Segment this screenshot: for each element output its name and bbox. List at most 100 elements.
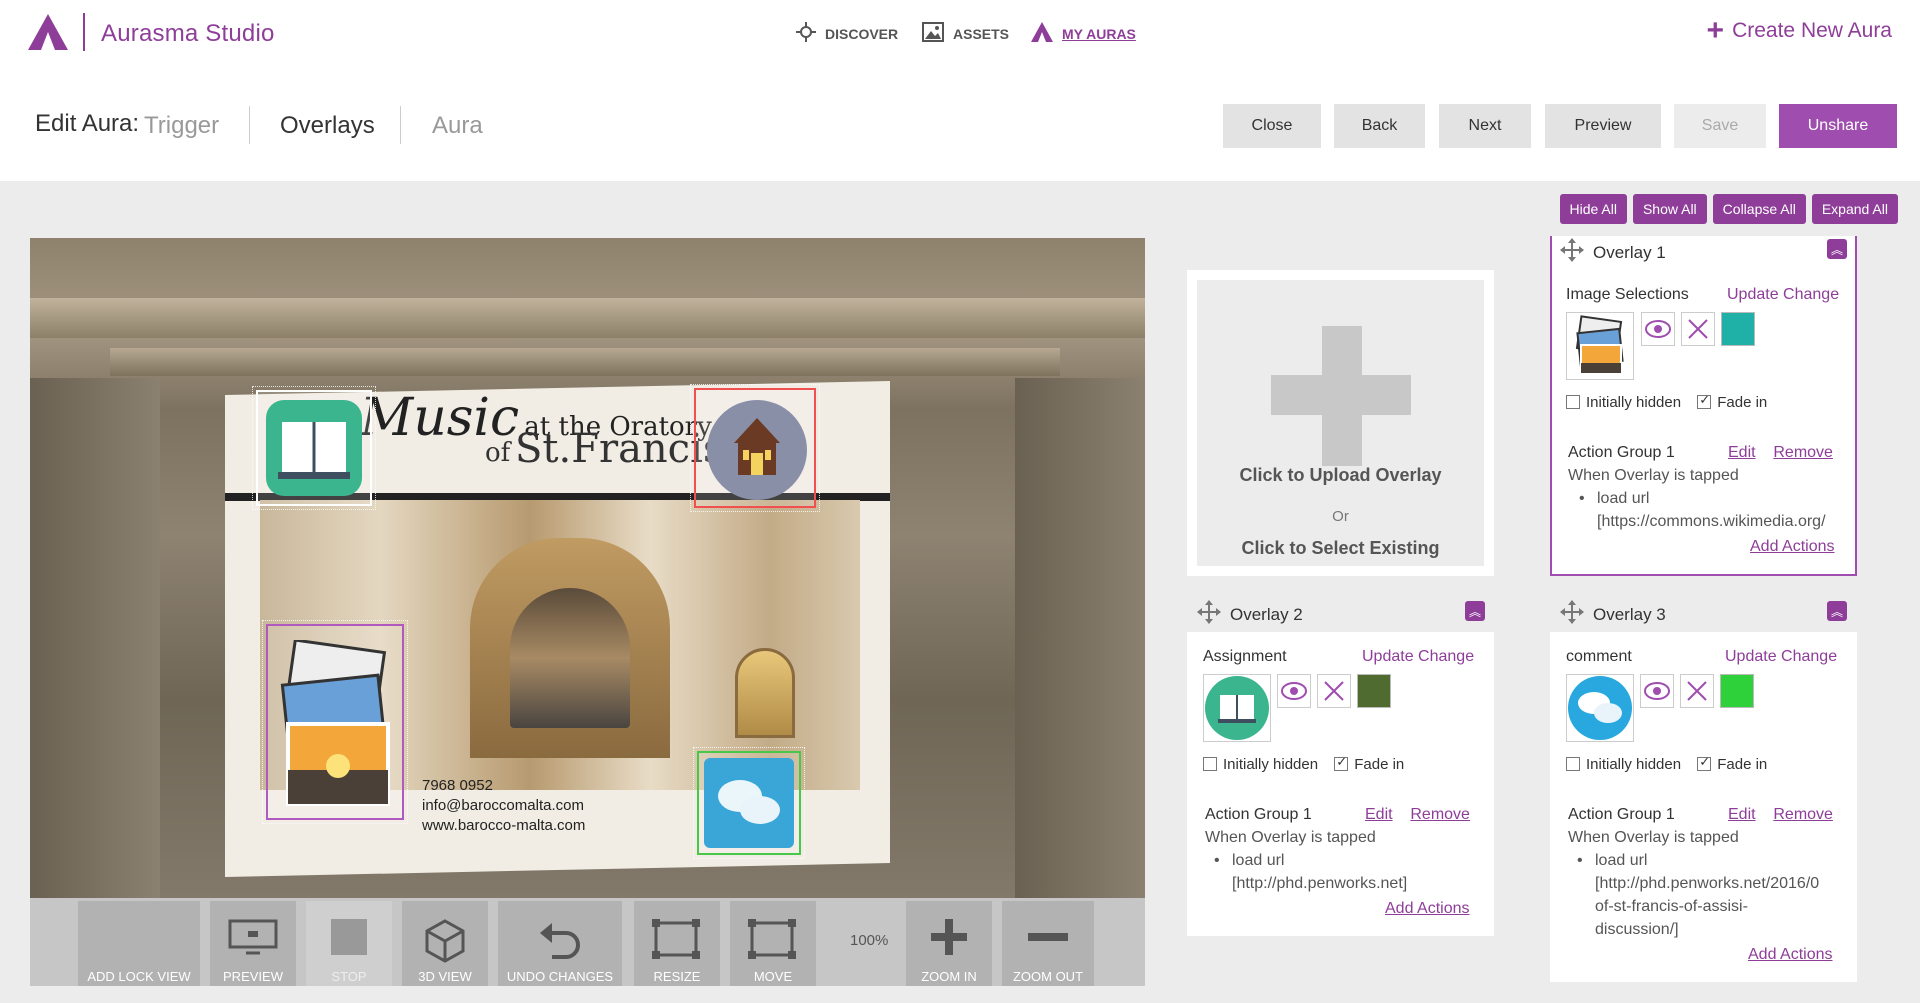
undo-changes-button[interactable]: UNDO CHANGES — [498, 901, 622, 986]
remove-action-link[interactable]: Remove — [1773, 444, 1833, 461]
overlay-color-swatch[interactable] — [1357, 674, 1391, 708]
eye-icon — [1645, 320, 1671, 338]
move-button[interactable]: MOVE — [730, 901, 816, 986]
add-actions-link[interactable]: Add Actions — [1748, 946, 1833, 964]
expand-all-button[interactable]: Expand All — [1811, 194, 1898, 224]
preview-button[interactable]: Preview — [1545, 104, 1661, 148]
chat-bubbles-icon — [1568, 676, 1632, 740]
3d-view-button[interactable]: 3D VIEW — [402, 901, 488, 986]
action-group-title: Action Group 1 — [1568, 806, 1675, 823]
add-actions-link[interactable]: Add Actions — [1750, 538, 1835, 556]
overlay-header-3[interactable]: Overlay 3 — [1560, 600, 1666, 629]
save-button[interactable]: Save — [1674, 104, 1766, 148]
overlay-thumbnail[interactable] — [1566, 674, 1634, 742]
back-button[interactable]: Back — [1334, 104, 1425, 148]
overlay-thumbnail[interactable] — [1203, 674, 1271, 742]
overlay-card-2[interactable]: Assignment Update Change Initially hidde… — [1187, 632, 1494, 936]
add-actions-link[interactable]: Add Actions — [1385, 900, 1470, 918]
show-all-button[interactable]: Show All — [1632, 194, 1707, 224]
canvas-overlay-images[interactable] — [262, 620, 408, 824]
overlay-card-3[interactable]: comment Update Change Initially hidden F… — [1550, 632, 1857, 982]
action-group-links: Edit Remove — [1728, 444, 1833, 462]
app-title[interactable]: Aurasma Studio — [101, 20, 275, 48]
zoom-level: 100% — [850, 932, 889, 949]
unshare-button[interactable]: Unshare — [1779, 104, 1897, 148]
canvas-overlay-book[interactable] — [252, 386, 376, 510]
canvas-overlay-church[interactable] — [690, 384, 820, 512]
toggle-visibility-button[interactable] — [1641, 312, 1675, 346]
overlay-color-swatch[interactable] — [1720, 674, 1754, 708]
change-link[interactable]: Change — [1783, 286, 1839, 303]
hide-all-button[interactable]: Hide All — [1559, 194, 1627, 224]
drag-handle-icon[interactable] — [1560, 238, 1584, 267]
initially-hidden-checkbox[interactable] — [1566, 395, 1580, 409]
update-link[interactable]: Update — [1727, 286, 1779, 303]
nav-my-auras[interactable]: MY AURAS — [1031, 22, 1136, 45]
nav-assets[interactable]: ASSETS — [922, 22, 1009, 45]
collapse-overlay-2-button[interactable]: ︽ — [1465, 601, 1485, 621]
stop-button[interactable]: STOP — [306, 901, 392, 986]
fade-in-checkbox[interactable] — [1697, 754, 1712, 771]
action-url: [https://commons.wikimedia.org/ — [1597, 513, 1826, 530]
create-new-aura-button[interactable]: + Create New Aura — [1707, 16, 1892, 46]
delete-overlay-button[interactable] — [1680, 674, 1714, 708]
action-group-links: Edit Remove — [1365, 806, 1470, 824]
next-button[interactable]: Next — [1439, 104, 1531, 148]
canvas-overlay-comment[interactable] — [693, 747, 805, 859]
zoom-out-button[interactable]: ZOOM OUT — [1002, 901, 1094, 986]
remove-action-link[interactable]: Remove — [1773, 806, 1833, 823]
upload-or-text: Or — [1332, 508, 1349, 525]
initially-hidden-checkbox[interactable] — [1566, 757, 1580, 771]
edit-action-link[interactable]: Edit — [1728, 444, 1756, 461]
toggle-visibility-button[interactable] — [1277, 674, 1311, 708]
toggle-visibility-button[interactable] — [1640, 674, 1674, 708]
aura-canvas[interactable]: Music at the Oratory of St.Francis 7968 … — [30, 238, 1145, 898]
add-lock-view-button[interactable]: ADD LOCK VIEW — [78, 901, 200, 986]
collapse-all-button[interactable]: Collapse All — [1712, 194, 1806, 224]
drag-handle-icon[interactable] — [1197, 600, 1221, 629]
nav-my-auras-label: MY AURAS — [1062, 25, 1136, 42]
edit-action-link[interactable]: Edit — [1365, 806, 1393, 823]
upload-overlay-link[interactable]: Click to Upload Overlay — [1197, 465, 1484, 486]
fade-in-checkbox[interactable] — [1334, 754, 1349, 771]
step-overlays[interactable]: Overlays — [280, 112, 375, 140]
edit-action-link[interactable]: Edit — [1728, 806, 1756, 823]
step-aura[interactable]: Aura — [432, 112, 483, 140]
top-bar: Aurasma Studio DISCOVER ASSETS MY AURAS … — [0, 0, 1920, 68]
delete-overlay-button[interactable] — [1317, 674, 1351, 708]
remove-action-link[interactable]: Remove — [1410, 806, 1470, 823]
resize-button[interactable]: RESIZE — [634, 901, 720, 986]
overlay-title: Overlay 1 — [1593, 242, 1666, 262]
overlay-header-2[interactable]: Overlay 2 — [1197, 600, 1303, 629]
overlay-thumbnail[interactable] — [1566, 312, 1634, 380]
collapse-overlay-3-button[interactable]: ︽ — [1827, 601, 1847, 621]
cube-icon — [425, 919, 465, 966]
aura-icon — [1031, 22, 1053, 45]
close-button[interactable]: Close — [1223, 104, 1321, 148]
aurasma-logo-icon[interactable] — [28, 14, 68, 55]
overlay-color-swatch[interactable] — [1721, 312, 1755, 346]
step-trigger[interactable]: Trigger — [144, 112, 219, 140]
initially-hidden-checkbox[interactable] — [1203, 757, 1217, 771]
change-link[interactable]: Change — [1418, 648, 1474, 665]
fade-in-checkbox[interactable] — [1697, 392, 1712, 409]
zoom-in-button[interactable]: ZOOM IN — [906, 901, 992, 986]
edit-aura-label: Edit Aura: — [35, 110, 140, 137]
nav-discover[interactable]: DISCOVER — [796, 22, 898, 45]
trigger-event: When Overlay is tapped — [1205, 829, 1376, 846]
book-icon — [264, 398, 364, 503]
overlay-card-1[interactable]: Image Selections Update Change Initially… — [1550, 236, 1857, 576]
upload-overlay-panel[interactable]: Click to Upload Overlay Or Click to Sele… — [1187, 270, 1494, 576]
preview-tool-button[interactable]: PREVIEW — [210, 901, 296, 986]
overlay-header-1[interactable]: Overlay 1 — [1560, 238, 1666, 267]
update-link[interactable]: Update — [1725, 648, 1777, 665]
drag-handle-icon[interactable] — [1560, 600, 1584, 629]
delete-overlay-button[interactable] — [1681, 312, 1715, 346]
overlay-title: Overlay 3 — [1593, 604, 1666, 624]
select-existing-link[interactable]: Click to Select Existing — [1197, 538, 1484, 559]
upload-dropzone[interactable]: Click to Upload Overlay Or Click to Sele… — [1197, 280, 1484, 566]
edit-header: Edit Aura: Trigger Overlays Aura Close B… — [0, 68, 1920, 181]
change-link[interactable]: Change — [1781, 648, 1837, 665]
update-link[interactable]: Update — [1362, 648, 1414, 665]
collapse-overlay-1-button[interactable]: ︽ — [1827, 239, 1847, 259]
